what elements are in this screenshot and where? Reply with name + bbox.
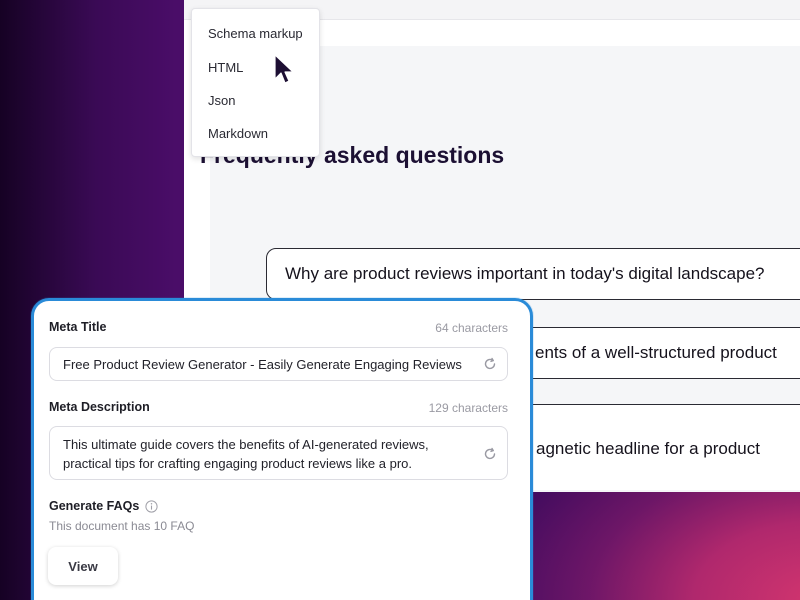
meta-description-count: 129 characters xyxy=(428,401,508,415)
meta-title-value: Free Product Review Generator - Easily G… xyxy=(63,357,462,372)
faq-question-text: Why are product reviews important in tod… xyxy=(285,264,765,283)
view-faqs-button[interactable]: View xyxy=(48,547,118,585)
meta-description-label: Meta Description xyxy=(49,400,150,414)
export-format-dropdown: Schema markup HTML Json Markdown xyxy=(191,8,320,157)
dropdown-item-markdown[interactable]: Markdown xyxy=(208,126,268,141)
seo-meta-panel: Meta Title 64 characters Free Product Re… xyxy=(31,298,533,600)
refresh-icon[interactable] xyxy=(483,447,497,461)
meta-title-input[interactable]: Free Product Review Generator - Easily G… xyxy=(49,347,508,381)
refresh-icon[interactable] xyxy=(483,357,497,371)
faq-question-text: agnetic headline for a product xyxy=(536,438,760,458)
info-icon[interactable] xyxy=(145,500,158,513)
dropdown-item-json[interactable]: Json xyxy=(208,93,235,108)
faq-count-text: This document has 10 FAQ xyxy=(49,519,195,533)
meta-description-line-1: This ultimate guide covers the benefits … xyxy=(63,437,429,452)
meta-title-label: Meta Title xyxy=(49,320,107,334)
dropdown-item-schema-markup[interactable]: Schema markup xyxy=(208,26,303,41)
generate-faqs-label: Generate FAQs xyxy=(49,499,140,513)
cursor-icon xyxy=(274,54,294,84)
meta-description-input[interactable]: This ultimate guide covers the benefits … xyxy=(49,426,508,480)
faq-question-text: ents of a well-structured product xyxy=(535,343,777,362)
faq-question-1[interactable]: Why are product reviews important in tod… xyxy=(266,248,800,300)
meta-title-count: 64 characters xyxy=(435,321,508,335)
dropdown-item-html[interactable]: HTML xyxy=(208,60,243,75)
meta-description-line-2: practical tips for crafting engaging pro… xyxy=(63,456,413,471)
